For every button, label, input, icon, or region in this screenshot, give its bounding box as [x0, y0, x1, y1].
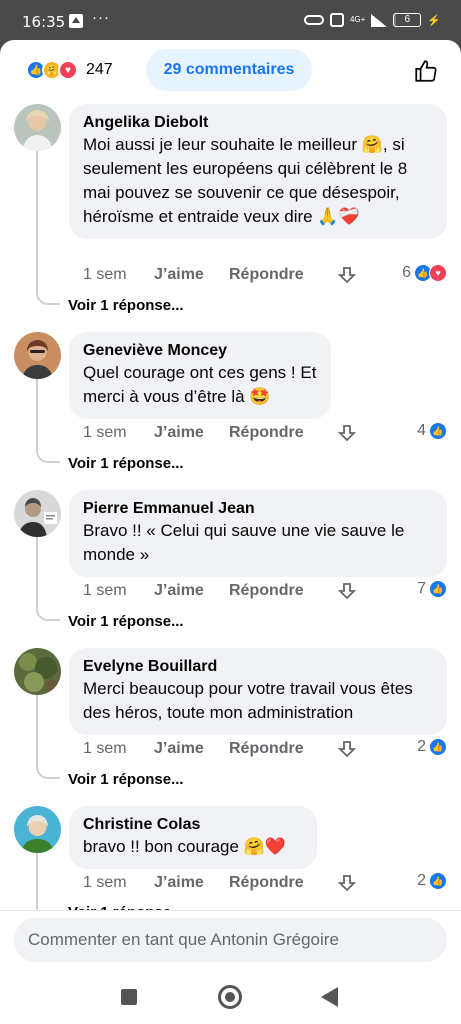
status-time: 16:35 [22, 13, 66, 31]
comments-header: 👍 🤗 ♥ 247 29 commentaires [0, 40, 461, 102]
downvote-icon[interactable] [337, 581, 357, 601]
status-bar: 16:35 ··· 4G+ 6 ⚡ [0, 0, 461, 40]
system-nav-bar [0, 968, 461, 1024]
hotspot-icon [303, 15, 324, 25]
like-icon: 👍 [429, 422, 447, 440]
comment-actions: 1 sem J’aime Répondre [83, 580, 357, 602]
comments-sheet: 👍 🤗 ♥ 247 29 commentaires Angelika Diebo… [0, 40, 461, 968]
comment-composer: Commenter en tant que Antonin Grégoire [0, 910, 461, 968]
like-comment-button[interactable]: J’aime [154, 874, 229, 892]
avatar-photo-icon [14, 104, 61, 151]
see-replies-link[interactable]: Voir 1 réponse... [68, 455, 184, 472]
avatar-photo-icon [14, 490, 61, 537]
comment-reaction-count: 4 [417, 422, 426, 439]
like-icon: 👍 [429, 738, 447, 756]
like-comment-button[interactable]: J’aime [154, 424, 229, 442]
avatar[interactable] [14, 806, 61, 853]
home-button[interactable] [218, 985, 242, 1009]
comment-author[interactable]: Christine Colas [83, 815, 303, 835]
avatar-photo-icon [14, 648, 61, 695]
like-icon: 👍 [429, 872, 447, 890]
like-comment-button[interactable]: J’aime [154, 740, 229, 758]
thread-line [36, 537, 60, 621]
reply-button[interactable]: Répondre [229, 740, 337, 758]
comment-reactions[interactable]: 4 👍 [417, 422, 447, 440]
comment-reaction-count: 2 [417, 738, 426, 755]
comment-author[interactable]: Pierre Emmanuel Jean [83, 499, 433, 519]
recents-button[interactable] [121, 989, 137, 1005]
comment-bubble[interactable]: Pierre Emmanuel Jean Bravo !! « Celui qu… [69, 490, 447, 577]
avatar-photo-icon [14, 332, 61, 379]
see-replies-link[interactable]: Voir 1 réponse... [68, 771, 184, 788]
thread-line [36, 853, 38, 910]
signal-icon [371, 13, 388, 27]
battery-icon: 6 [393, 13, 422, 27]
comment-author[interactable]: Angelika Diebolt [83, 113, 433, 133]
back-button[interactable] [321, 987, 338, 1007]
downvote-icon[interactable] [337, 873, 357, 893]
like-comment-button[interactable]: J’aime [154, 582, 229, 600]
comment-bubble[interactable]: Christine Colas bravo !! bon courage 🤗❤️ [69, 806, 317, 869]
more-notifications-icon: ··· [92, 9, 110, 26]
comment-actions: 1 sem J’aime Répondre [83, 264, 357, 286]
downvote-icon[interactable] [337, 423, 357, 443]
comment-bubble[interactable]: Evelyne Bouillard Merci beaucoup pour vo… [69, 648, 447, 735]
comment-text: Bravo !! « Celui qui sauve une vie sauve… [83, 521, 405, 564]
comment-reactions[interactable]: 6 👍 ♥ [402, 264, 447, 282]
comment-text: bravo !! bon courage 🤗❤️ [83, 837, 286, 856]
love-icon: ♥ [429, 264, 447, 282]
battery-fill [394, 14, 396, 26]
avatar[interactable] [14, 332, 61, 379]
like-comment-button[interactable]: J’aime [154, 266, 229, 284]
comment-input[interactable]: Commenter en tant que Antonin Grégoire [14, 918, 447, 962]
network-type-label: 4G+ [349, 15, 366, 24]
love-icon: ♥ [58, 60, 78, 80]
comment-actions: 1 sem J’aime Répondre [83, 872, 357, 894]
comment-actions: 1 sem J’aime Répondre [83, 738, 357, 760]
like-icon: 👍 [429, 580, 447, 598]
comments-count-button[interactable]: 29 commentaires [146, 49, 312, 91]
thread-line [36, 695, 60, 779]
comment-actions: 1 sem J’aime Répondre [83, 422, 357, 444]
upload-notification-icon [69, 14, 83, 28]
avatar[interactable] [14, 104, 61, 151]
charging-icon: ⚡ [427, 14, 441, 27]
avatar-photo-icon [14, 806, 61, 853]
reaction-count: 247 [86, 61, 113, 78]
battery-level: 6 [404, 14, 411, 25]
comment-text: Merci beaucoup pour votre travail vous ê… [83, 679, 413, 722]
comment-bubble[interactable]: Geneviève Moncey Quel courage ont ces ge… [69, 332, 331, 419]
comment-time: 1 sem [83, 874, 127, 891]
comment-text: Quel courage ont ces gens ! Et merci à v… [83, 363, 317, 406]
downvote-icon[interactable] [337, 265, 357, 285]
reply-button[interactable]: Répondre [229, 874, 337, 892]
reaction-summary[interactable]: 👍 🤗 ♥ 247 [26, 60, 113, 80]
comment-bubble[interactable]: Angelika Diebolt Moi aussi je leur souha… [69, 104, 447, 239]
comment-reactions[interactable]: 7 👍 [417, 580, 447, 598]
comment-reaction-count: 7 [417, 580, 426, 597]
comment-time: 1 sem [83, 424, 127, 441]
thread-line [36, 379, 60, 463]
comment-author[interactable]: Evelyne Bouillard [83, 657, 433, 677]
comment-reaction-count: 2 [417, 872, 426, 889]
reply-button[interactable]: Répondre [229, 582, 337, 600]
avatar[interactable] [14, 648, 61, 695]
see-replies-link[interactable]: Voir 1 réponse... [68, 297, 184, 314]
comment-reaction-count: 6 [402, 264, 411, 281]
comment-reactions[interactable]: 2 👍 [417, 738, 447, 756]
downvote-icon[interactable] [337, 739, 357, 759]
thread-line [36, 151, 60, 305]
comment-author[interactable]: Geneviève Moncey [83, 341, 317, 361]
reply-button[interactable]: Répondre [229, 424, 337, 442]
like-post-icon[interactable] [413, 58, 439, 84]
comment-time: 1 sem [83, 740, 127, 757]
avatar[interactable] [14, 490, 61, 537]
comment-reactions[interactable]: 2 👍 [417, 872, 447, 890]
see-replies-link[interactable]: Voir 1 réponse... [68, 613, 184, 630]
nfc-icon [329, 13, 344, 27]
comment-time: 1 sem [83, 266, 127, 283]
comment-time: 1 sem [83, 582, 127, 599]
comment-text: Moi aussi je leur souhaite le meilleur 🤗… [83, 135, 408, 226]
reply-button[interactable]: Répondre [229, 266, 337, 284]
